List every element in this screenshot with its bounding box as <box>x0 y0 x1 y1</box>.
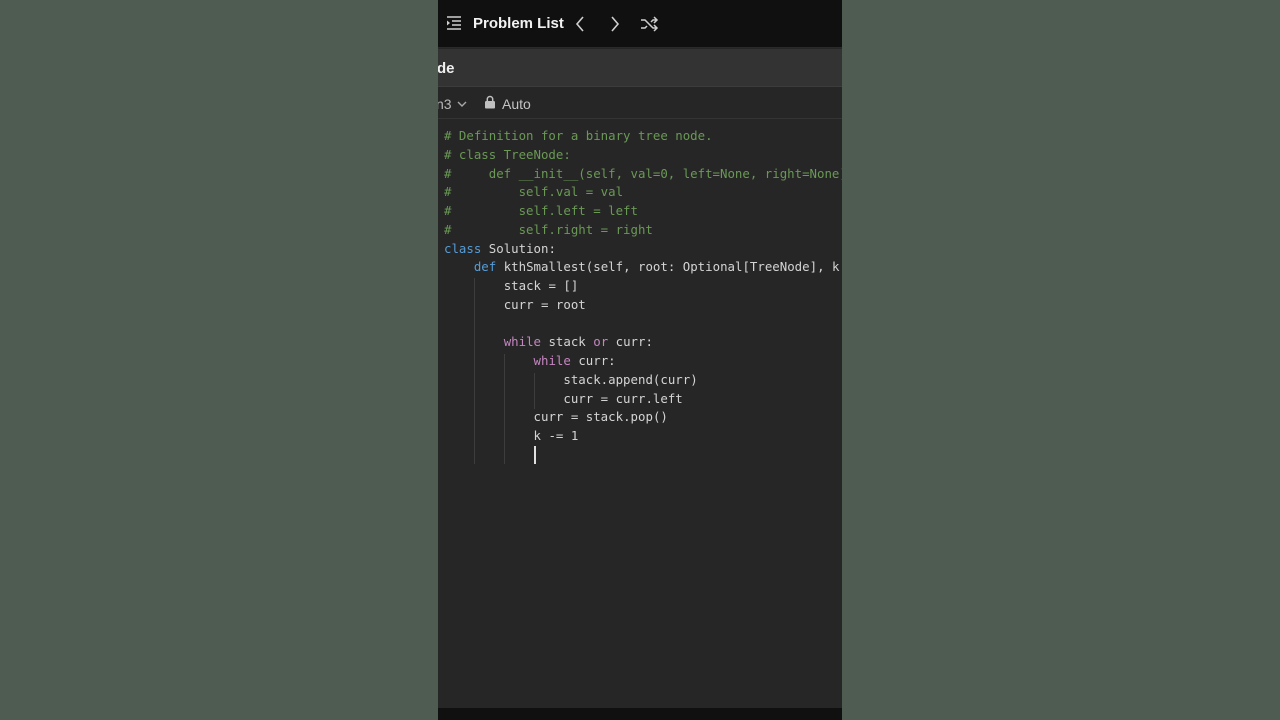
editor-toolbar: n3 Auto <box>438 88 842 119</box>
chevron-down-icon[interactable] <box>456 98 468 110</box>
chevron-left-icon[interactable] <box>570 14 590 34</box>
auto-mode-label[interactable]: Auto <box>502 96 531 112</box>
code-line[interactable]: stack = [] <box>444 277 579 295</box>
video-background-left <box>0 0 438 720</box>
code-line[interactable]: k -= 1 <box>444 427 579 445</box>
code-line[interactable]: while curr: <box>444 352 616 370</box>
code-line[interactable]: curr = root <box>444 296 586 314</box>
code-tab-bar: de <box>438 49 842 87</box>
code-line[interactable]: # class TreeNode: <box>444 146 571 164</box>
code-line[interactable]: # self.left = left <box>444 202 638 220</box>
code-line[interactable]: while stack or curr: <box>444 333 653 351</box>
code-line[interactable]: class Solution: <box>444 240 556 258</box>
text-cursor <box>534 446 536 464</box>
code-editor[interactable]: # Definition for a binary tree node. # cl… <box>438 120 842 708</box>
code-line[interactable]: stack.append(curr) <box>444 371 697 389</box>
code-line[interactable]: # def __init__(self, val=0, left=None, r… <box>444 165 842 183</box>
shuffle-icon[interactable] <box>639 14 659 34</box>
top-bar: Problem List <box>438 0 842 48</box>
bottom-bar <box>438 708 842 720</box>
code-line[interactable]: def kthSmallest(self, root: Optional[Tre… <box>444 258 842 276</box>
problem-list-title[interactable]: Problem List <box>473 15 564 32</box>
leetcode-mobile-view: Problem List de n3 Auto # Definition for… <box>438 0 842 720</box>
code-line[interactable]: curr = stack.pop() <box>444 408 668 426</box>
chevron-right-icon[interactable] <box>605 14 625 34</box>
code-line[interactable]: # self.val = val <box>444 183 623 201</box>
video-background-right <box>842 0 1280 720</box>
code-tab-label[interactable]: de <box>438 60 455 77</box>
code-line[interactable]: # self.right = right <box>444 221 653 239</box>
language-selector[interactable]: n3 <box>438 96 452 112</box>
list-menu-icon[interactable] <box>446 15 462 31</box>
code-line[interactable] <box>444 446 534 464</box>
code-line[interactable]: # Definition for a binary tree node. <box>444 127 713 145</box>
code-line[interactable]: curr = curr.left <box>444 390 682 408</box>
lock-icon <box>485 95 495 109</box>
